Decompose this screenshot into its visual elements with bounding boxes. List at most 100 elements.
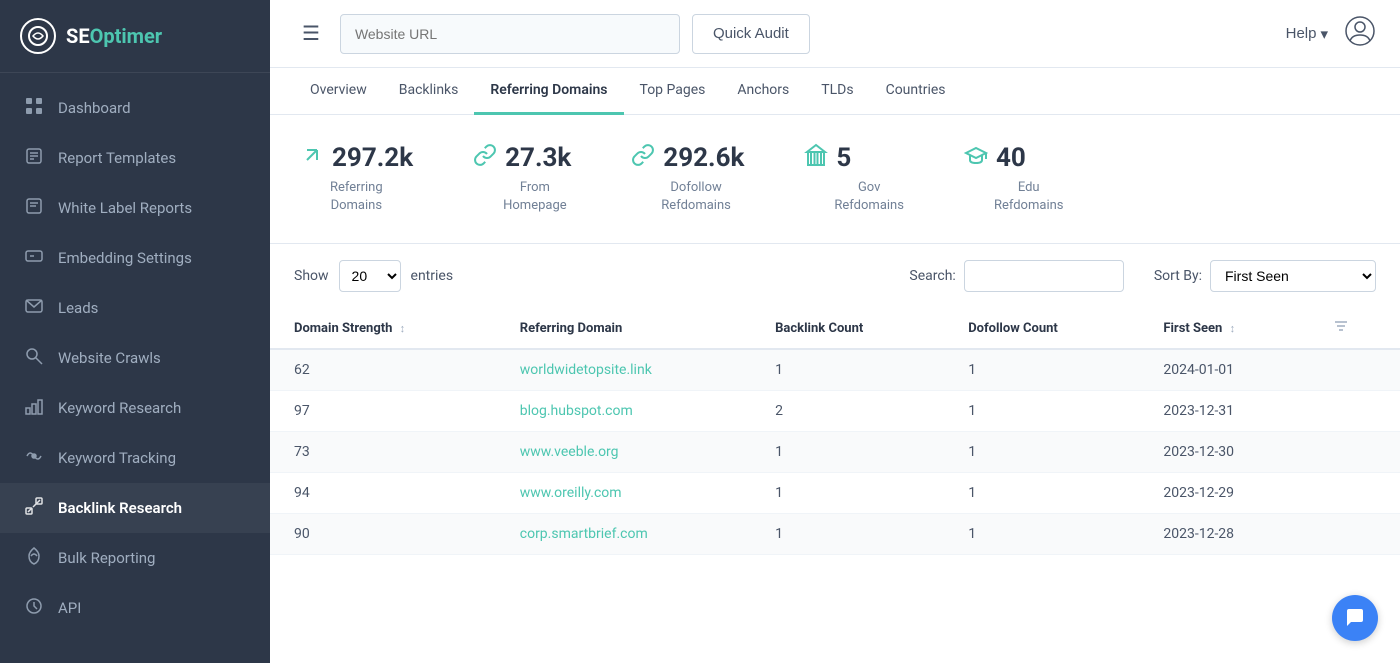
logo-icon <box>20 18 56 54</box>
search-input[interactable] <box>964 260 1124 292</box>
cell-strength-2: 73 <box>270 432 496 473</box>
cell-domain-4[interactable]: corp.smartbrief.com <box>496 514 751 555</box>
hamburger-button[interactable]: ☰ <box>294 17 328 50</box>
stat-gov-refdomains: 5 GovRefdomains <box>804 143 964 215</box>
sort-arrow-icon: ↕ <box>400 322 406 335</box>
cell-domain-0[interactable]: worldwidetopsite.link <box>496 349 751 391</box>
sidebar-item-label: Report Templates <box>58 149 176 167</box>
th-domain-strength[interactable]: Domain Strength ↕ <box>270 308 496 349</box>
stat-top-referring-domains: 297.2k <box>300 143 413 173</box>
website-crawls-icon <box>24 347 44 369</box>
th-sort-filter[interactable] <box>1309 308 1400 349</box>
cell-strength-1: 97 <box>270 391 496 432</box>
quick-audit-button[interactable]: Quick Audit <box>692 14 810 54</box>
cell-dofollow-3: 1 <box>944 473 1139 514</box>
domain-link-2[interactable]: www.veeble.org <box>520 444 619 460</box>
help-button[interactable]: Help ▾ <box>1286 25 1328 43</box>
stat-dofollow-refdomains: 292.6k DofollowRefdomains <box>631 143 804 215</box>
cell-extra-0 <box>1309 349 1400 391</box>
tab-countries[interactable]: Countries <box>870 68 962 115</box>
stat-label-referring-domains: ReferringDomains <box>300 179 383 215</box>
table-row: 97 blog.hubspot.com 2 1 2023-12-31 <box>270 391 1400 432</box>
embedding-settings-icon <box>24 247 44 269</box>
topbar-right: Help ▾ <box>1286 15 1376 53</box>
leads-icon <box>24 297 44 319</box>
table-controls: Show 102050100 entries Search: Sort By: … <box>270 244 1400 308</box>
chat-bubble-button[interactable] <box>1332 595 1378 641</box>
cell-dofollow-4: 1 <box>944 514 1139 555</box>
sidebar-nav: Dashboard Report Templates White Label Rep… <box>0 73 270 643</box>
cell-dofollow-0: 1 <box>944 349 1139 391</box>
stat-value-referring-domains: 297.2k <box>332 143 413 173</box>
cell-extra-3 <box>1309 473 1400 514</box>
report-templates-icon <box>24 147 44 169</box>
sort-by-select[interactable]: First SeenDomain StrengthBacklink CountD… <box>1210 260 1376 292</box>
keyword-tracking-icon <box>24 447 44 469</box>
logo: SEOptimer <box>0 0 270 73</box>
cell-domain-2[interactable]: www.veeble.org <box>496 432 751 473</box>
sort-by-label: Sort By: <box>1154 268 1202 284</box>
url-input[interactable] <box>340 14 680 54</box>
domain-link-1[interactable]: blog.hubspot.com <box>520 403 633 419</box>
sidebar-item-white-label-reports[interactable]: White Label Reports <box>0 183 270 233</box>
dashboard-icon <box>24 97 44 119</box>
cell-dofollow-1: 1 <box>944 391 1139 432</box>
tab-top-pages[interactable]: Top Pages <box>624 68 722 115</box>
tab-backlinks[interactable]: Backlinks <box>383 68 475 115</box>
sidebar-item-leads[interactable]: Leads <box>0 283 270 333</box>
domain-link-0[interactable]: worldwidetopsite.link <box>520 362 652 378</box>
cell-backlink-2: 1 <box>751 432 944 473</box>
api-icon <box>24 597 44 619</box>
referring-domains-table: Domain Strength ↕Referring DomainBacklin… <box>270 308 1400 555</box>
sort-container: Sort By: First SeenDomain StrengthBackli… <box>1154 260 1376 292</box>
table-row: 90 corp.smartbrief.com 1 1 2023-12-28 <box>270 514 1400 555</box>
stat-value-from-homepage: 27.3k <box>505 143 571 173</box>
bulk-reporting-icon <box>24 547 44 569</box>
sidebar-item-embedding-settings[interactable]: Embedding Settings <box>0 233 270 283</box>
stat-value-gov-refdomains: 5 <box>836 143 851 173</box>
stat-top-dofollow-refdomains: 292.6k <box>631 143 744 173</box>
domain-link-3[interactable]: www.oreilly.com <box>520 485 622 501</box>
tab-referring-domains[interactable]: Referring Domains <box>474 68 623 115</box>
stat-label-gov-refdomains: GovRefdomains <box>804 179 904 215</box>
sidebar-item-backlink-research[interactable]: Backlink Research <box>0 483 270 533</box>
cell-extra-2 <box>1309 432 1400 473</box>
stat-top-from-homepage: 27.3k <box>473 143 571 173</box>
sidebar-item-label: Keyword Research <box>58 399 181 417</box>
table-row: 94 www.oreilly.com 1 1 2023-12-29 <box>270 473 1400 514</box>
entries-select[interactable]: 102050100 <box>339 260 401 292</box>
user-icon-button[interactable] <box>1344 15 1376 53</box>
sidebar-item-label: API <box>58 599 81 617</box>
th-first-seen[interactable]: First Seen ↕ <box>1139 308 1309 349</box>
sidebar-item-website-crawls[interactable]: Website Crawls <box>0 333 270 383</box>
sidebar-item-report-templates[interactable]: Report Templates <box>0 133 270 183</box>
stat-value-edu-refdomains: 40 <box>996 143 1026 173</box>
cell-domain-1[interactable]: blog.hubspot.com <box>496 391 751 432</box>
tab-overview[interactable]: Overview <box>294 68 383 115</box>
sidebar-item-keyword-tracking[interactable]: Keyword Tracking <box>0 433 270 483</box>
white-label-reports-icon <box>24 197 44 219</box>
tab-anchors[interactable]: Anchors <box>721 68 805 115</box>
sidebar-item-bulk-reporting[interactable]: Bulk Reporting <box>0 533 270 583</box>
referring-domains-icon <box>300 143 324 173</box>
stat-edu-refdomains: 40 EduRefdomains <box>964 143 1124 215</box>
stat-top-edu-refdomains: 40 <box>964 143 1026 173</box>
cell-strength-3: 94 <box>270 473 496 514</box>
tab-tlds[interactable]: TLDs <box>805 68 869 115</box>
cell-backlink-4: 1 <box>751 514 944 555</box>
sidebar-item-label: Dashboard <box>58 99 131 117</box>
cell-domain-3[interactable]: www.oreilly.com <box>496 473 751 514</box>
logo-text: SEOptimer <box>66 24 162 48</box>
main-content: ☰ Quick Audit Help ▾ OverviewBacklinksRe… <box>270 0 1400 663</box>
sidebar-item-keyword-research[interactable]: Keyword Research <box>0 383 270 433</box>
cell-extra-4 <box>1309 514 1400 555</box>
sidebar-item-label: White Label Reports <box>58 199 192 217</box>
sidebar-item-api[interactable]: API <box>0 583 270 633</box>
cell-firstseen-0: 2024-01-01 <box>1139 349 1309 391</box>
sidebar-item-label: Embedding Settings <box>58 249 192 267</box>
sidebar-item-dashboard[interactable]: Dashboard <box>0 83 270 133</box>
show-label: Show <box>294 268 329 284</box>
domain-link-4[interactable]: corp.smartbrief.com <box>520 526 648 542</box>
stat-label-dofollow-refdomains: DofollowRefdomains <box>631 179 731 215</box>
sidebar-item-label: Backlink Research <box>58 499 182 517</box>
